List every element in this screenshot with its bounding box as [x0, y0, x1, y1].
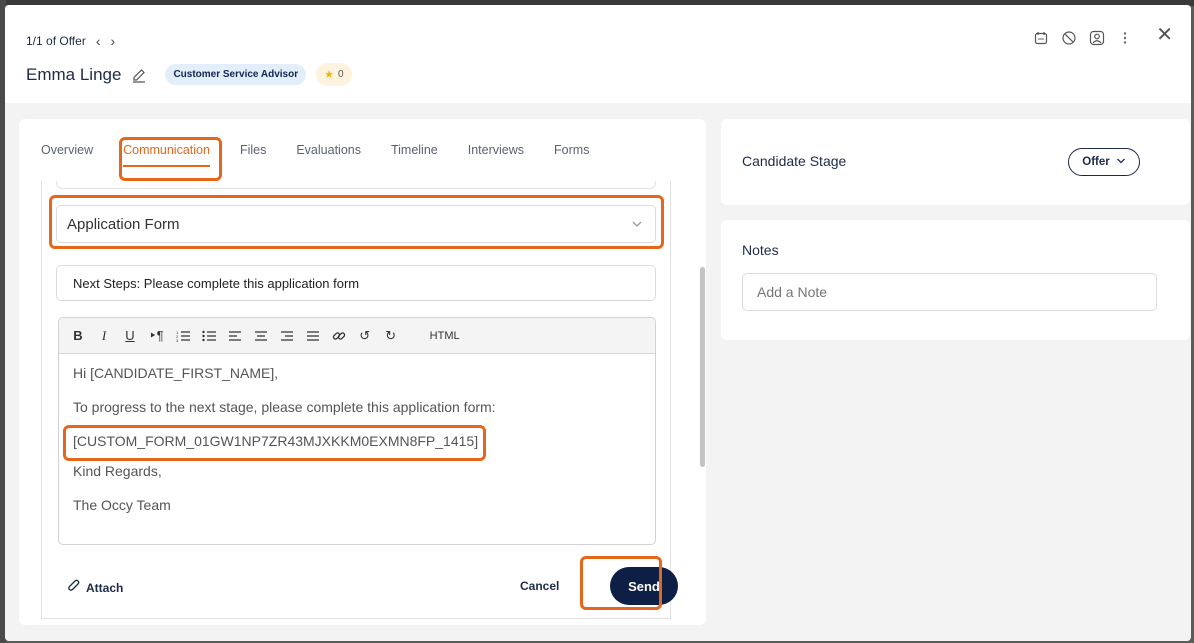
email-signoff: Kind Regards, — [73, 463, 162, 479]
undo-icon[interactable]: ↺ — [358, 328, 372, 344]
tab-bar: Overview Communication Files Evaluations… — [41, 143, 589, 167]
close-icon[interactable]: ✕ — [1156, 22, 1173, 47]
cancel-button[interactable]: Cancel — [520, 579, 559, 593]
align-left-icon[interactable] — [228, 330, 242, 342]
modal-header: 1/1 of Offer ‹ › Emma Linge Customer Ser… — [5, 5, 1191, 103]
attach-button[interactable]: Attach — [68, 579, 123, 596]
rating-badge: ★ 0 — [316, 63, 352, 86]
tab-forms[interactable]: Forms — [554, 143, 589, 167]
align-justify-icon[interactable] — [306, 330, 320, 342]
role-badge: Customer Service Advisor — [165, 64, 307, 85]
pager: 1/1 of Offer ‹ › — [26, 33, 115, 49]
tab-interviews[interactable]: Interviews — [468, 143, 524, 167]
paperclip-icon — [68, 579, 80, 596]
align-right-icon[interactable] — [280, 330, 294, 342]
chevron-down-icon — [1116, 156, 1126, 169]
stage-dropdown[interactable]: Offer — [1068, 148, 1140, 176]
ordered-list-icon[interactable]: 123 — [176, 330, 190, 342]
chevron-left-icon[interactable]: ‹ — [96, 33, 101, 49]
more-vertical-icon[interactable] — [1117, 30, 1133, 46]
link-icon[interactable] — [332, 329, 346, 343]
prev-field-edge — [56, 181, 656, 189]
pager-text: 1/1 of Offer — [26, 34, 86, 48]
rich-text-editor[interactable]: B I U ‣¶ 123 ↺ ↻ HTML Hi [CANDIDATE_FIRS… — [58, 317, 656, 545]
template-select[interactable]: Application Form — [56, 205, 656, 243]
tab-timeline[interactable]: Timeline — [391, 143, 438, 167]
email-greeting: Hi [CANDIDATE_FIRST_NAME], — [73, 365, 279, 381]
rating-value: 0 — [338, 69, 344, 80]
candidate-stage-label: Candidate Stage — [742, 153, 847, 169]
tab-evaluations[interactable]: Evaluations — [296, 143, 361, 167]
candidate-name: Emma Linge — [26, 64, 122, 84]
user-circle-icon[interactable] — [1089, 30, 1105, 46]
block-icon[interactable] — [1061, 30, 1077, 46]
editor-body[interactable]: Hi [CANDIDATE_FIRST_NAME], To progress t… — [59, 354, 655, 544]
tab-communication[interactable]: Communication — [123, 143, 210, 167]
form-token: [CUSTOM_FORM_01GW1NP7ZR43MJXKKM0EXMN8FP_… — [73, 433, 479, 449]
bold-icon[interactable]: B — [71, 328, 85, 343]
paragraph-icon[interactable]: ‣¶ — [149, 328, 164, 344]
align-center-icon[interactable] — [254, 330, 268, 342]
subject-input[interactable] — [56, 265, 656, 301]
tab-files[interactable]: Files — [240, 143, 266, 167]
email-line: To progress to the next stage, please co… — [73, 399, 496, 415]
chevron-right-icon[interactable]: › — [110, 33, 115, 49]
redo-icon[interactable]: ↻ — [384, 328, 398, 344]
candidate-name-row: Emma Linge Customer Service Advisor ★ 0 — [26, 63, 352, 86]
template-select-value: Application Form — [67, 215, 180, 233]
email-signature: The Occy Team — [73, 497, 171, 513]
notes-label: Notes — [742, 242, 779, 258]
bullet-list-icon[interactable] — [201, 330, 216, 342]
notes-card: Notes — [721, 220, 1190, 340]
svg-text:3: 3 — [176, 338, 179, 342]
scrollbar[interactable] — [700, 267, 705, 467]
chevron-down-icon — [631, 217, 643, 229]
tab-overview[interactable]: Overview — [41, 143, 93, 167]
stage-value: Offer — [1082, 156, 1110, 168]
candidate-modal: 1/1 of Offer ‹ › Emma Linge Customer Ser… — [5, 5, 1191, 641]
header-actions — [1033, 30, 1133, 46]
calendar-icon[interactable] — [1033, 30, 1049, 46]
underline-icon[interactable]: U — [123, 328, 137, 343]
communication-panel: Overview Communication Files Evaluations… — [19, 119, 706, 625]
candidate-stage-card: Candidate Stage Offer — [721, 119, 1190, 205]
star-icon: ★ — [324, 69, 334, 81]
editor-toolbar: B I U ‣¶ 123 ↺ ↻ HTML — [59, 318, 655, 354]
edit-icon[interactable] — [131, 67, 147, 83]
html-toggle[interactable]: HTML — [430, 330, 460, 342]
italic-icon[interactable]: I — [97, 328, 111, 344]
add-note-input[interactable] — [742, 273, 1157, 311]
composer-area: Application Form B I U ‣¶ 123 — [41, 181, 678, 619]
send-button[interactable]: Send — [610, 567, 678, 605]
attach-label: Attach — [86, 580, 124, 595]
